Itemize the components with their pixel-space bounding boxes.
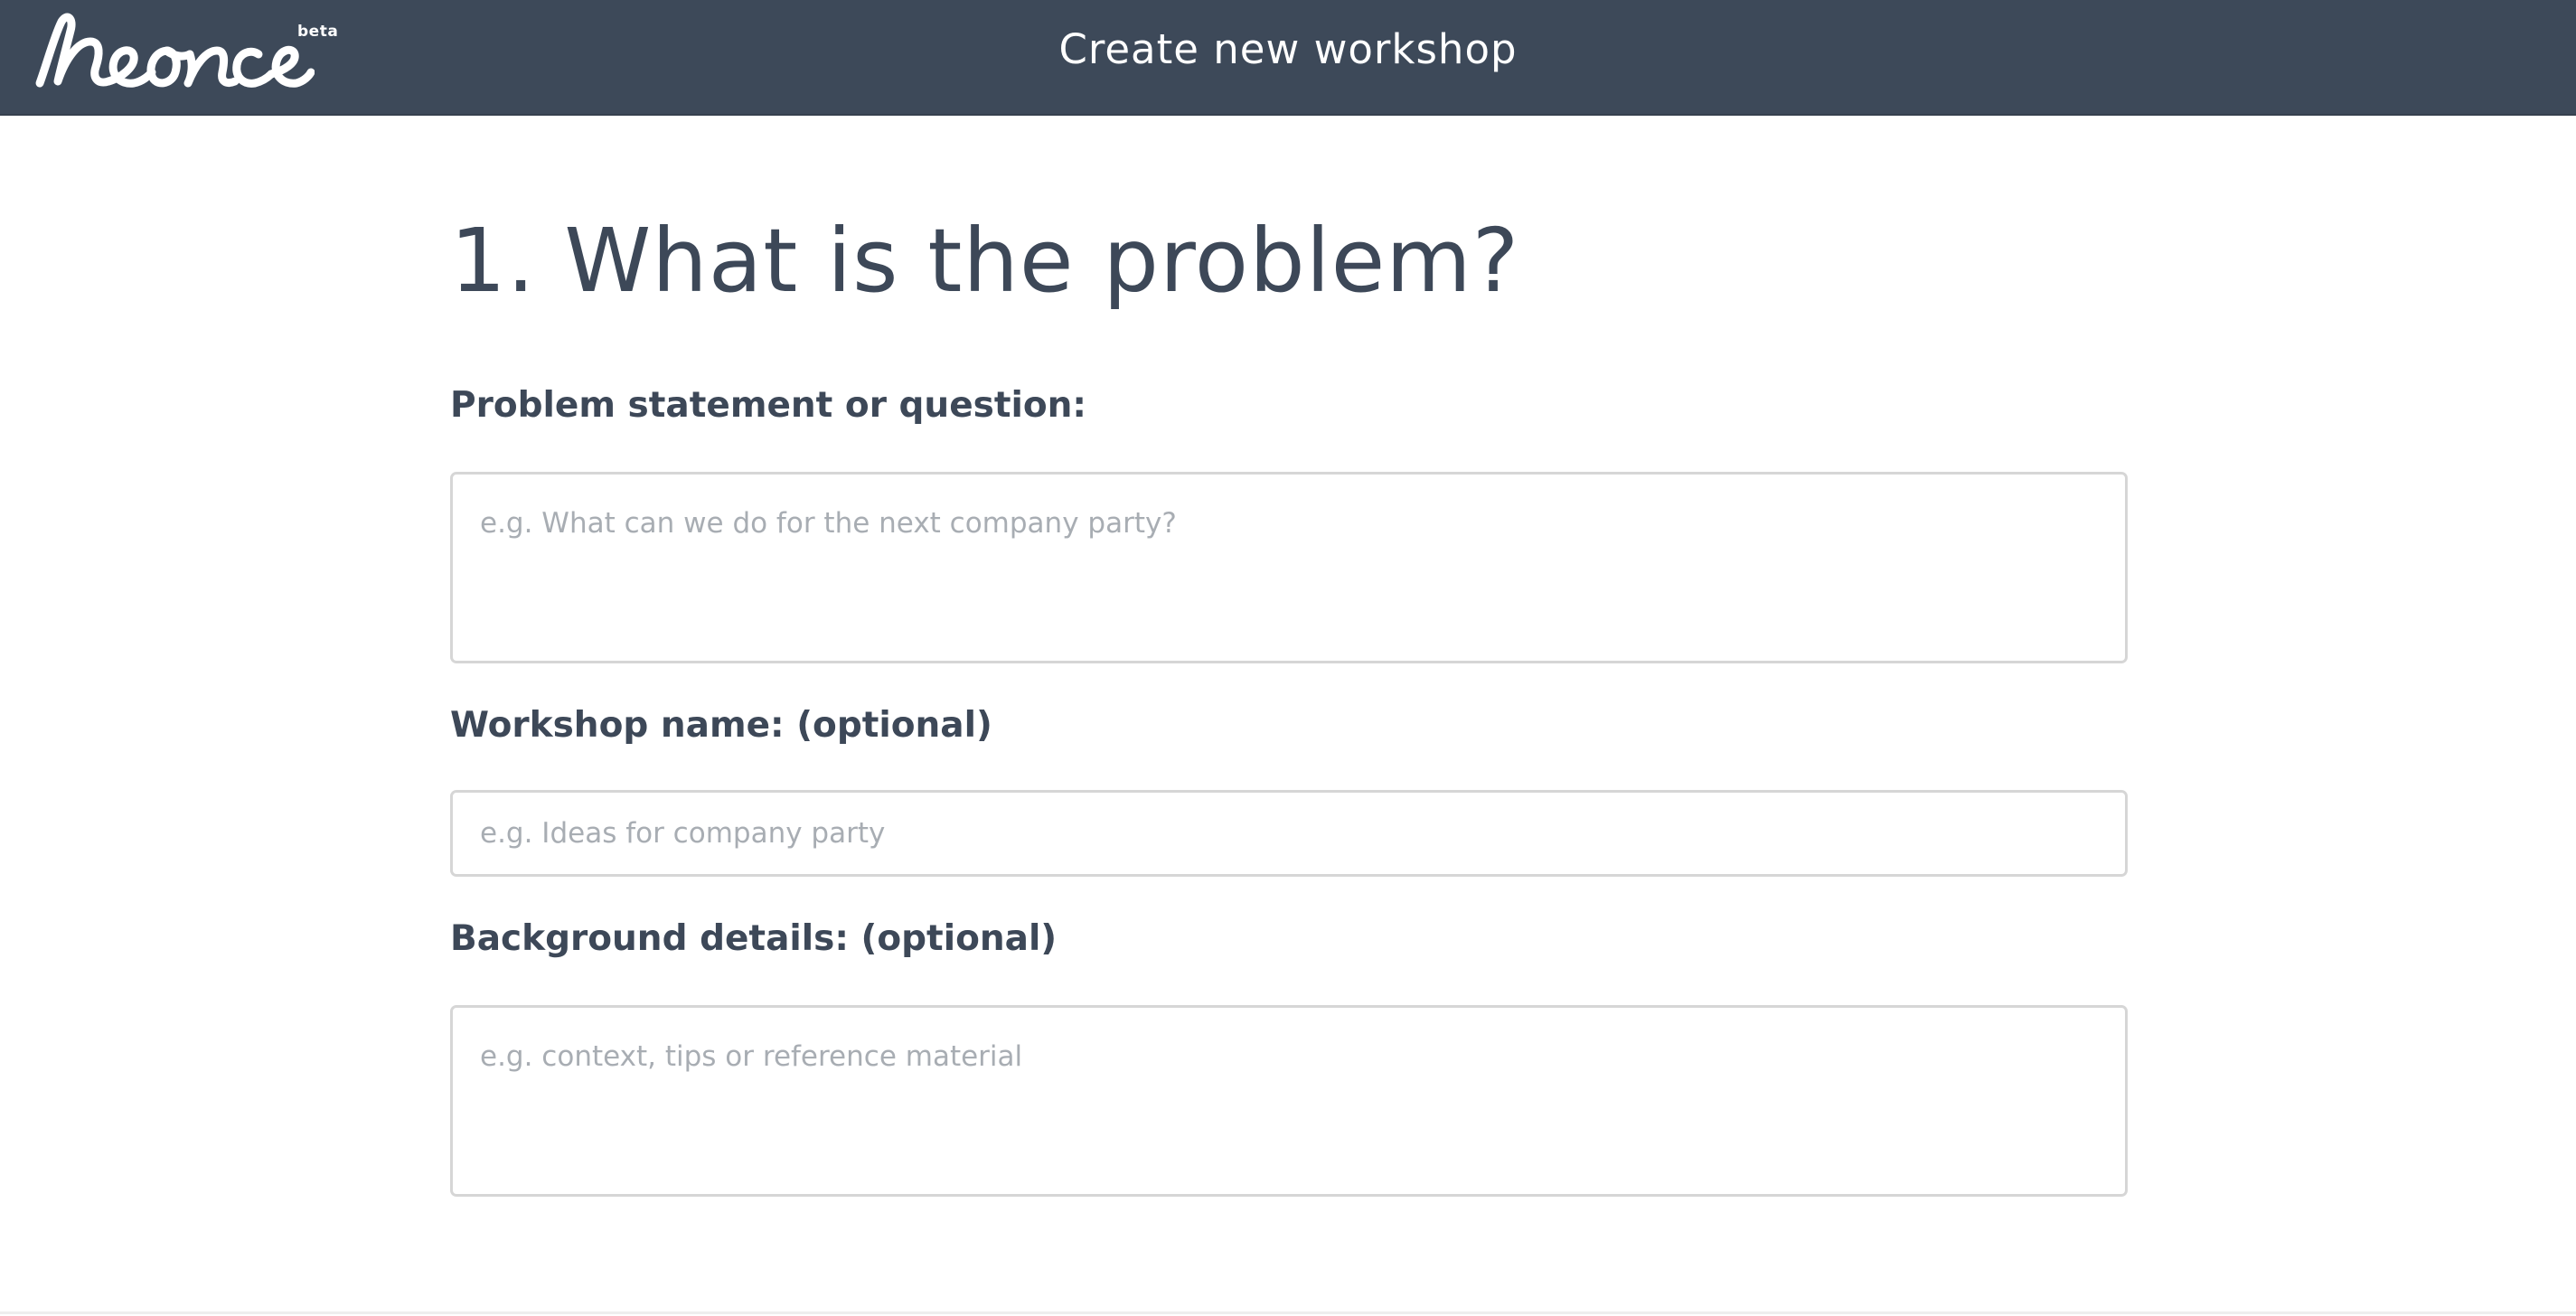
page-title: Create new workshop — [1058, 25, 1518, 73]
workshop-name-input[interactable] — [450, 790, 2128, 877]
problem-statement-label: Problem statement or question: — [450, 385, 1087, 426]
step-heading: 1. What is the problem? — [450, 210, 1520, 312]
background-details-label: Background details: (optional) — [450, 918, 1058, 959]
workshop-name-label: Workshop name: (optional) — [450, 705, 992, 746]
background-details-textarea[interactable] — [450, 1005, 2128, 1197]
top-navigation-bar: beta Create new workshop — [0, 0, 2576, 116]
problem-statement-textarea[interactable] — [450, 472, 2128, 663]
bottom-divider — [0, 1311, 2576, 1314]
